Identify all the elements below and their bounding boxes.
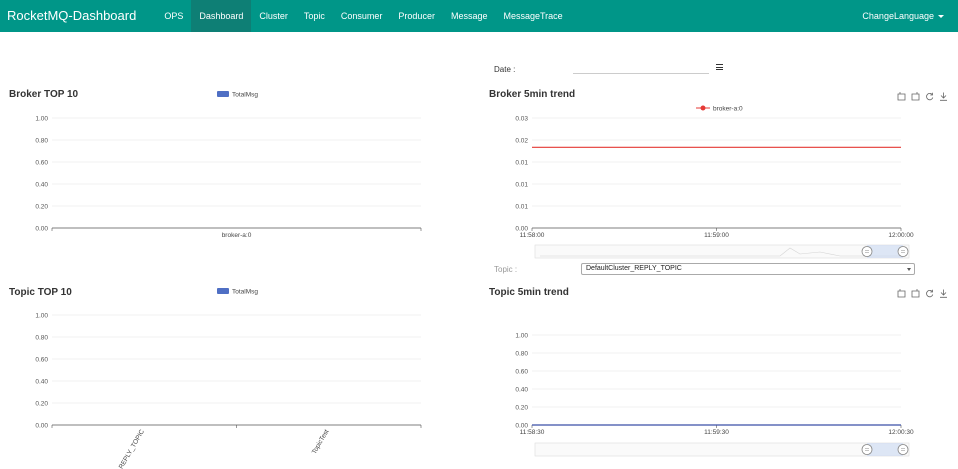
broker-top10-ytick-label: 0.80	[35, 138, 48, 145]
broker-top10-ytick-label: 0.00	[35, 226, 48, 233]
topic-trend-xtick-label: 12:00:30	[888, 429, 914, 436]
topic-top10-xtick-label: REPLY_TOPIC	[118, 428, 146, 469]
broker-trend-xtick-label: 11:58:00	[520, 232, 545, 239]
broker-trend-ytick-label: 0.03	[515, 116, 528, 123]
topic-top10-xtick-label: TopicTest	[311, 428, 331, 455]
topic-trend-xtick-label: 11:58:30	[520, 429, 545, 436]
topic-top10-ytick-label: 0.60	[35, 357, 48, 364]
topic-trend-ytick-label: 0.40	[515, 387, 528, 394]
broker-trend-ytick-label: 0.01	[515, 182, 528, 189]
broker-trend-legend-marker	[700, 105, 706, 111]
topic-trend-xtick-label: 11:59:30	[704, 429, 729, 436]
charts-layer: 1.00 0.80 0.60 0.40 0.20 0.00 TotalMsg broker-a…	[35, 91, 914, 469]
topic-trend-zoom-slider-handle	[897, 444, 909, 455]
broker-top10-ytick-label: 0.20	[35, 204, 48, 211]
broker-top10-ytick-label: 1.00	[35, 116, 48, 123]
broker-top10-legend-swatch	[217, 91, 229, 97]
topic-top10-ytick-label: 0.00	[35, 423, 48, 430]
topic-top10-ytick-label: 0.80	[35, 335, 48, 342]
topic-top10-legend-label: TotalMsg	[232, 289, 258, 296]
broker-trend-ytick-label: 0.01	[515, 204, 528, 211]
broker-trend-legend-label: broker-a:0	[713, 106, 743, 113]
topic-top10-legend-swatch	[217, 288, 229, 294]
topic-trend-ytick-label: 1.00	[515, 333, 528, 340]
broker-trend-ytick-label: 0.01	[515, 160, 528, 167]
topic-trend-zoom-slider-track	[534, 442, 910, 457]
topic-trend-zoom-slider-handle	[861, 444, 873, 455]
topic-top10-ytick-label: 0.40	[35, 379, 48, 386]
broker-trend-xtick-label: 11:59:00	[704, 232, 729, 239]
broker-trend-ytick-label: 0.02	[515, 138, 528, 145]
broker-top10-legend-label: TotalMsg	[232, 92, 258, 99]
broker-top10-ytick-label: 0.60	[35, 160, 48, 167]
topic-top10-ytick-label: 1.00	[35, 313, 48, 320]
broker-trend-xtick-label: 12:00:00	[888, 232, 914, 239]
broker-top10-ytick-label: 0.40	[35, 182, 48, 189]
topic-trend-ytick-label: 0.60	[515, 369, 528, 376]
topic-trend-ytick-label: 0.20	[515, 405, 528, 412]
topic-trend-zoom-slider-window	[867, 443, 903, 456]
broker-top10-xtick-label: broker-a:0	[222, 232, 252, 239]
broker-trend-zoom-slider-handle	[897, 246, 909, 257]
broker-trend-zoom-slider-window	[867, 245, 903, 258]
topic-trend-ytick-label: 0.80	[515, 351, 528, 358]
broker-trend-zoom-slider-handle	[861, 246, 873, 257]
topic-top10-ytick-label: 0.20	[35, 401, 48, 408]
